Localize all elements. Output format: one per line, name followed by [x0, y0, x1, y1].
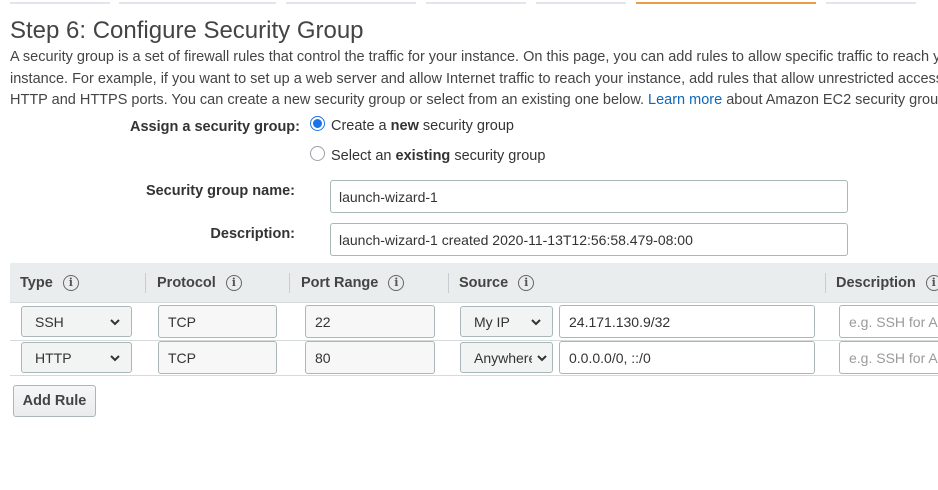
description-label: Description: [210, 226, 295, 242]
radio-button-selected[interactable] [310, 115, 325, 131]
column-header-label: Type [20, 275, 53, 291]
intro-text: about Amazon EC2 security groups. [726, 92, 938, 108]
row-divider [10, 375, 938, 376]
radio-create-new[interactable]: Create a new security group [310, 115, 514, 134]
column-header-source[interactable]: Source i [459, 263, 535, 303]
intro-line: HTTP and HTTPS ports. You can create a n… [10, 90, 938, 112]
intro-text: HTTP and HTTPS ports. You can create a n… [10, 92, 645, 108]
wizard-step-tab[interactable] [119, 2, 276, 4]
column-header-label: Description [836, 275, 916, 291]
security-group-name-label: Security group name: [145, 183, 295, 199]
rule-description-input[interactable]: e.g. SSH for Admin Desktop [839, 305, 938, 338]
info-icon[interactable]: i [518, 275, 535, 291]
assign-security-group-label: Assign a security group: [129, 119, 300, 135]
column-header-description[interactable]: Description i [836, 263, 938, 303]
radio-label-text: Create a [331, 118, 391, 134]
chevron-down-icon [110, 355, 120, 362]
radio-label-bold: new [390, 118, 419, 134]
rule-protocol-field: TCP [158, 341, 277, 374]
chevron-down-icon [537, 355, 547, 362]
radio-button[interactable] [310, 145, 325, 161]
rules-table-header: Type i Protocol i Port Range i Source i Desc… [10, 263, 938, 303]
column-header-protocol[interactable]: Protocol i [157, 263, 242, 303]
rule-port-range-field[interactable]: 80 [305, 341, 435, 374]
wizard-step-tab[interactable] [426, 2, 526, 4]
description-input[interactable]: launch-wizard-1 created 2020-11-13T12:56… [330, 223, 848, 256]
wizard-step-tab[interactable] [286, 2, 416, 4]
radio-label-bold: existing [395, 148, 451, 164]
column-header-label: Protocol [157, 275, 216, 291]
learn-more-link[interactable]: Learn more [648, 92, 722, 108]
column-header-label: Source [459, 275, 509, 291]
rule-type-select[interactable]: HTTP [21, 342, 132, 373]
column-divider [448, 273, 449, 293]
rule-description-input[interactable]: e.g. SSH for Admin Desktop [839, 341, 938, 374]
rule-source-cidr-input[interactable]: 0.0.0.0/0, ::/0 [559, 341, 815, 374]
add-rule-button[interactable]: Add Rule [13, 385, 96, 417]
rule-source-type-value: My IP [474, 313, 510, 330]
info-icon[interactable]: i [925, 275, 938, 291]
column-divider [825, 273, 826, 293]
wizard-step-tab-active[interactable] [636, 2, 816, 4]
chevron-down-icon [531, 319, 541, 326]
rule-type-value: HTTP [35, 349, 72, 366]
info-icon[interactable]: i [225, 275, 242, 291]
rule-source-type-value: Anywhere [474, 349, 532, 366]
wizard-step-tab[interactable] [536, 2, 626, 4]
rule-protocol-field: TCP [158, 305, 277, 338]
radio-select-existing[interactable]: Select an existing security group [310, 145, 545, 164]
security-group-name-input[interactable]: launch-wizard-1 [330, 180, 848, 213]
intro-line: A security group is a set of firewall ru… [10, 49, 938, 65]
wizard-steps [0, 0, 938, 6]
radio-label: Select an existing security group [331, 148, 545, 164]
column-divider [289, 273, 290, 293]
radio-label-text: Select an [331, 148, 396, 164]
rule-port-range-field[interactable]: 22 [305, 305, 435, 338]
intro-line: instance. For example, if you want to se… [10, 70, 938, 87]
rule-source-select[interactable]: Anywhere [460, 342, 553, 373]
rule-source-cidr-input[interactable]: 24.171.130.9/32 [559, 305, 815, 338]
rule-type-select[interactable]: SSH [21, 306, 132, 337]
column-divider [145, 273, 146, 293]
wizard-step-tab[interactable] [826, 2, 916, 4]
page-title: Step 6: Configure Security Group [10, 17, 364, 44]
wizard-step-tab[interactable] [10, 2, 110, 4]
radio-label-text: security group [418, 118, 514, 134]
rule-type-value: SSH [35, 313, 64, 330]
info-icon[interactable]: i [62, 275, 79, 291]
column-header-port-range[interactable]: Port Range i [301, 263, 405, 303]
radio-label-text: security group [450, 148, 546, 164]
column-header-type[interactable]: Type i [20, 263, 79, 303]
intro-paragraph: A security group is a set of firewall ru… [10, 47, 938, 112]
info-icon[interactable]: i [388, 275, 405, 291]
column-header-label: Port Range [301, 275, 379, 291]
radio-label: Create a new security group [331, 118, 514, 134]
chevron-down-icon [110, 319, 120, 326]
rule-source-select[interactable]: My IP [460, 306, 553, 337]
